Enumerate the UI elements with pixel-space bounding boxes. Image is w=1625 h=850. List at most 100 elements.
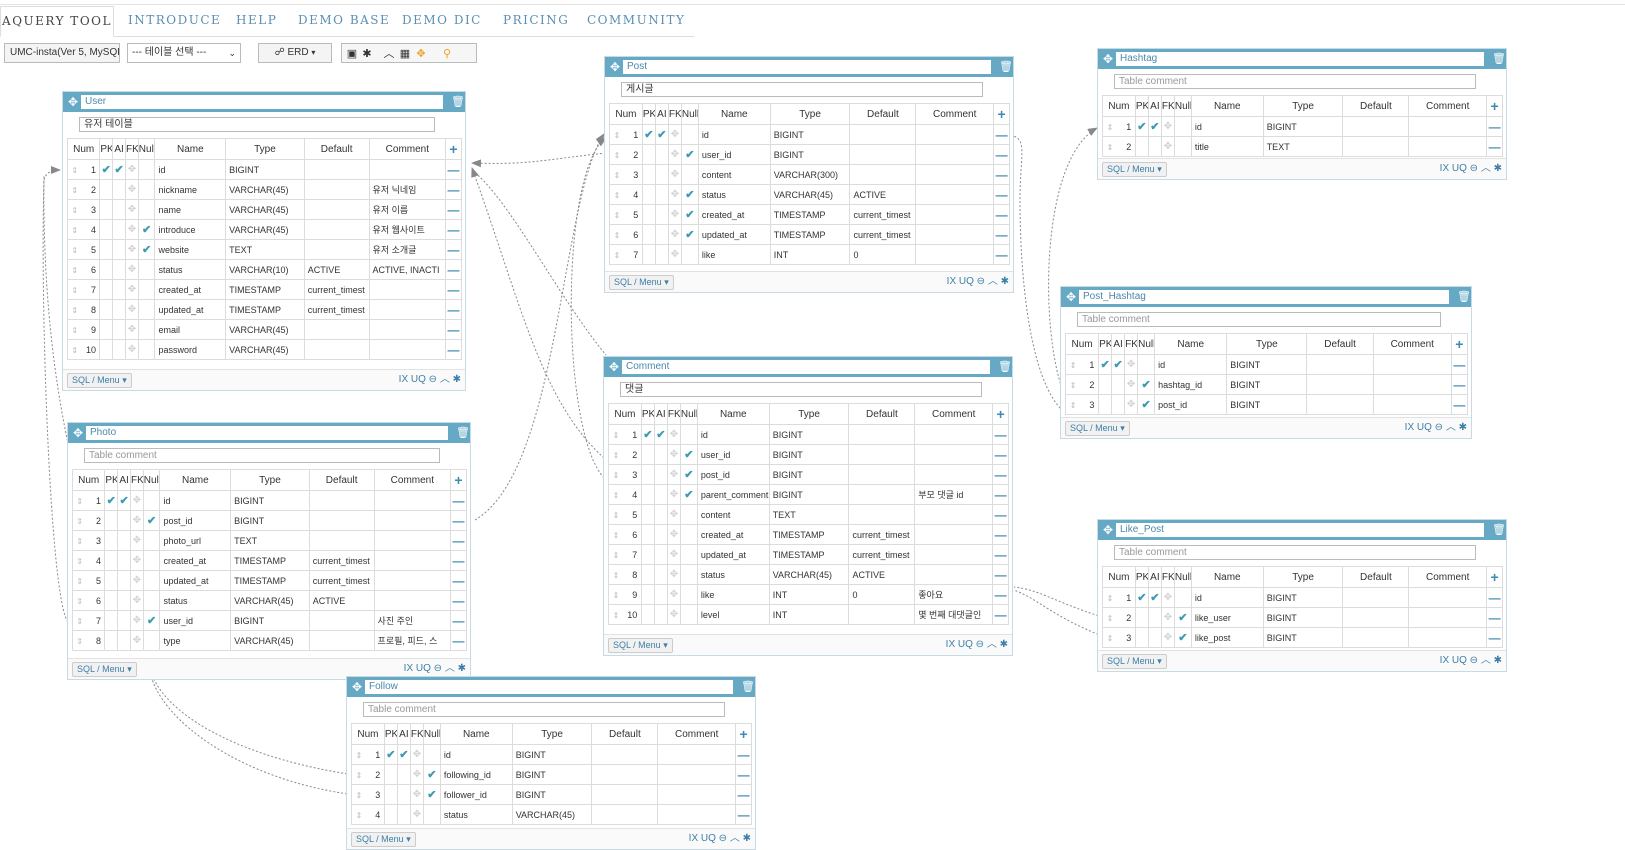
- column-name[interactable]: post_id: [159, 510, 232, 531]
- column-default[interactable]: [1306, 394, 1374, 415]
- column-comment[interactable]: [914, 464, 994, 485]
- drag-handle-icon[interactable]: ⇕: [71, 186, 78, 195]
- column-default[interactable]: [848, 424, 916, 445]
- drag-handle-icon[interactable]: ⇕: [71, 226, 78, 235]
- drag-handle-icon[interactable]: ⇕: [71, 166, 78, 175]
- column-name[interactable]: id: [159, 490, 232, 511]
- column-pk-checkbox[interactable]: [640, 464, 655, 485]
- column-null-checkbox[interactable]: [679, 504, 698, 525]
- column-type[interactable]: VARCHAR(45): [768, 564, 850, 585]
- remove-column-icon[interactable]: —: [1486, 136, 1504, 157]
- drag-handle-icon[interactable]: ⇕: [1107, 614, 1114, 623]
- column-fk-checkbox[interactable]: ✥: [666, 424, 681, 445]
- column-type[interactable]: INT: [769, 244, 851, 265]
- column-default[interactable]: [303, 339, 370, 360]
- footer-icons[interactable]: IX UQ ⊖ ︿ ✱: [404, 662, 466, 676]
- column-ai-checkbox[interactable]: [653, 524, 668, 545]
- remove-column-icon[interactable]: —: [992, 504, 1010, 525]
- fk-icon[interactable]: ✥: [670, 589, 678, 600]
- column-comment[interactable]: [914, 524, 994, 545]
- column-pk-checkbox[interactable]: [104, 550, 119, 571]
- column-ai-checkbox[interactable]: [112, 199, 126, 220]
- column-name[interactable]: status: [696, 564, 770, 585]
- column-type[interactable]: BIGINT: [769, 124, 851, 145]
- column-type[interactable]: TIMESTAMP: [230, 550, 310, 571]
- column-ai-checkbox[interactable]: [112, 319, 126, 340]
- column-pk-checkbox[interactable]: [640, 524, 655, 545]
- column-name[interactable]: updated_at: [696, 544, 770, 565]
- column-default[interactable]: [1342, 607, 1410, 628]
- table-name-input[interactable]: Like_Post: [1116, 523, 1484, 537]
- footer-icons[interactable]: IX UQ ⊖ ︿ ✱: [689, 832, 751, 846]
- column-fk-checkbox[interactable]: ✥: [666, 584, 681, 605]
- fk-icon[interactable]: ✥: [670, 549, 678, 560]
- drag-handle-icon[interactable]: ⇕: [1070, 401, 1077, 410]
- column-null-checkbox[interactable]: ✔: [680, 144, 699, 165]
- column-ai-checkbox[interactable]: [1147, 136, 1162, 157]
- column-fk-checkbox[interactable]: ✥: [1160, 587, 1175, 608]
- fk-icon[interactable]: ✥: [133, 495, 141, 506]
- column-comment[interactable]: [373, 510, 452, 531]
- remove-column-icon[interactable]: —: [993, 204, 1011, 225]
- column-null-checkbox[interactable]: ✔: [137, 239, 156, 260]
- column-pk-checkbox[interactable]: [1098, 374, 1113, 395]
- column-default[interactable]: current_timest: [848, 524, 916, 545]
- drag-handle-icon[interactable]: ⇕: [613, 511, 620, 520]
- column-null-checkbox[interactable]: ✔: [137, 219, 156, 240]
- fk-icon[interactable]: ✥: [133, 595, 141, 606]
- column-ai-checkbox[interactable]: [654, 164, 669, 185]
- remove-column-icon[interactable]: —: [1486, 587, 1504, 608]
- column-pk-checkbox[interactable]: [641, 244, 656, 265]
- column-null-checkbox[interactable]: [142, 490, 161, 511]
- column-fk-checkbox[interactable]: ✥: [666, 464, 681, 485]
- fk-icon[interactable]: ✥: [1164, 612, 1172, 623]
- column-name[interactable]: level: [696, 604, 770, 625]
- move-handle-icon[interactable]: ✥: [1101, 523, 1115, 537]
- column-ai-checkbox[interactable]: [653, 464, 668, 485]
- column-fk-checkbox[interactable]: ✥: [124, 279, 139, 300]
- column-name[interactable]: user_id: [696, 444, 770, 465]
- column-pk-checkbox[interactable]: ✔: [104, 490, 119, 511]
- column-pk-checkbox[interactable]: [99, 199, 114, 220]
- column-type[interactable]: BIGINT: [1226, 374, 1308, 395]
- add-column-icon[interactable]: +: [735, 723, 753, 745]
- drag-handle-icon[interactable]: ⇕: [356, 751, 363, 760]
- column-comment[interactable]: [914, 444, 994, 465]
- column-pk-checkbox[interactable]: ✔: [640, 424, 655, 445]
- column-type[interactable]: BIGINT: [768, 444, 850, 465]
- column-pk-checkbox[interactable]: [1134, 627, 1149, 648]
- column-name[interactable]: id: [1190, 587, 1264, 608]
- fk-icon[interactable]: ✥: [671, 209, 679, 220]
- column-type[interactable]: VARCHAR(45): [511, 804, 593, 825]
- remove-column-icon[interactable]: —: [993, 244, 1011, 265]
- column-default[interactable]: current_timest: [849, 204, 917, 225]
- column-type[interactable]: TIMESTAMP: [230, 570, 310, 591]
- column-type[interactable]: BIGINT: [230, 490, 310, 511]
- column-fk-checkbox[interactable]: ✥: [666, 504, 681, 525]
- column-default[interactable]: [1342, 587, 1410, 608]
- column-null-checkbox[interactable]: [422, 804, 441, 825]
- column-pk-checkbox[interactable]: [641, 224, 656, 245]
- fk-icon[interactable]: ✥: [133, 575, 141, 586]
- column-null-checkbox[interactable]: [680, 124, 699, 145]
- column-null-checkbox[interactable]: [137, 179, 156, 200]
- column-pk-checkbox[interactable]: [104, 610, 119, 631]
- column-null-checkbox[interactable]: ✔: [422, 764, 441, 785]
- column-type[interactable]: TIMESTAMP: [769, 204, 851, 225]
- column-fk-checkbox[interactable]: ✥: [124, 179, 139, 200]
- column-comment[interactable]: [915, 184, 995, 205]
- column-null-checkbox[interactable]: [137, 259, 156, 280]
- drag-handle-icon[interactable]: ⇕: [614, 251, 621, 260]
- sql-menu-dropdown[interactable]: SQL / Menu ▾: [609, 275, 674, 290]
- column-comment[interactable]: [1408, 607, 1488, 628]
- column-name[interactable]: id: [1154, 354, 1228, 375]
- column-name[interactable]: content: [696, 504, 770, 525]
- fk-icon[interactable]: ✥: [1164, 632, 1172, 643]
- column-default[interactable]: [849, 164, 917, 185]
- column-default[interactable]: [1342, 136, 1410, 157]
- column-name[interactable]: website: [154, 239, 227, 260]
- column-default[interactable]: current_timest: [303, 279, 370, 300]
- drag-handle-icon[interactable]: ⇕: [614, 231, 621, 240]
- column-default[interactable]: current_timest: [849, 224, 917, 245]
- column-ai-checkbox[interactable]: [653, 584, 668, 605]
